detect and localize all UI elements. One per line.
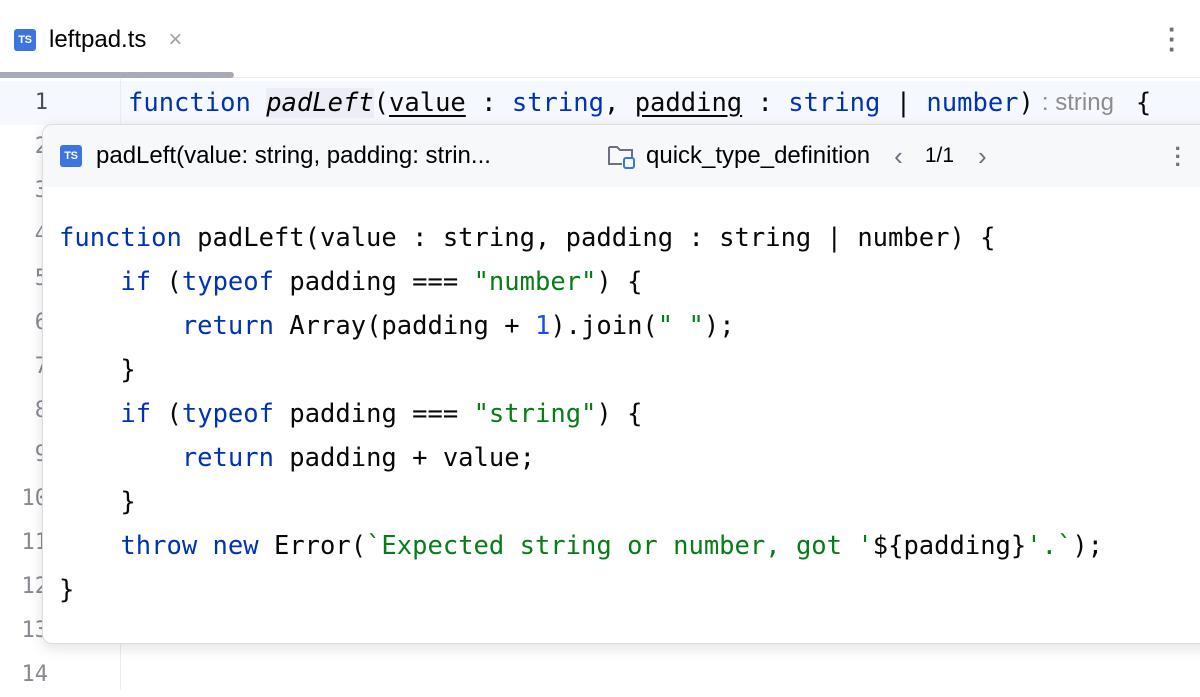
close-icon[interactable]: × bbox=[168, 26, 182, 54]
definition-file-name[interactable]: quick_type_definition bbox=[646, 142, 870, 170]
code-line: throw new Error(`Expected string or numb… bbox=[59, 524, 1103, 568]
line-number: 2 bbox=[0, 125, 48, 169]
code-line: if (typeof padding === "string") { bbox=[59, 392, 1103, 436]
line-number: 8 bbox=[0, 389, 48, 433]
code-token: } bbox=[59, 487, 136, 517]
code-line: } bbox=[59, 480, 1103, 524]
code-token: value bbox=[389, 88, 466, 118]
code-token: string bbox=[788, 88, 881, 118]
code-token: , bbox=[603, 88, 635, 118]
code-token: : bbox=[465, 88, 512, 118]
more-options-icon[interactable]: · · · bbox=[1168, 16, 1177, 62]
line-number: 11 bbox=[21, 530, 49, 555]
code-token: "string" bbox=[473, 399, 597, 429]
code-token: { bbox=[1135, 88, 1152, 118]
code-token: throw bbox=[120, 531, 198, 561]
code-token: padding bbox=[903, 531, 1011, 561]
code-token: padding + value; bbox=[273, 443, 535, 473]
line-number: 13 bbox=[21, 618, 49, 643]
code-token: number bbox=[926, 88, 1019, 118]
code-token: " " bbox=[657, 311, 704, 341]
code-token: return bbox=[181, 443, 274, 473]
next-definition-button[interactable]: › bbox=[978, 141, 987, 172]
tab-leftpad-ts[interactable]: TS leftpad.ts × bbox=[14, 22, 182, 58]
definition-code: function padLeft(value : string, padding… bbox=[59, 216, 1103, 612]
definition-count: 1/1 bbox=[924, 144, 955, 167]
code-line-1: function padLeft(value : string, padding… bbox=[128, 81, 1151, 125]
code-token: padLeft(value : string, padding : string… bbox=[181, 223, 996, 253]
code-token: typeof bbox=[181, 399, 274, 429]
line-number: 10 bbox=[21, 486, 49, 511]
code-token: ) { bbox=[596, 399, 643, 429]
code-token: padding === bbox=[273, 267, 474, 297]
code-token: ); bbox=[703, 311, 735, 341]
code-token: Error( bbox=[258, 531, 367, 561]
code-token: ( bbox=[373, 88, 390, 118]
code-token: padding bbox=[634, 88, 743, 118]
editor-tab-bar: TS leftpad.ts × · · · bbox=[0, 0, 1200, 78]
code-token: ) { bbox=[596, 267, 643, 297]
code-token: function bbox=[128, 88, 251, 118]
line-number: 1 bbox=[34, 90, 48, 115]
typescript-file-icon: TS bbox=[14, 29, 36, 51]
return-type-inlay-hint: : string bbox=[1041, 89, 1114, 116]
code-token: string bbox=[511, 88, 604, 118]
line-number: 9 bbox=[0, 433, 48, 477]
line-number: 4 bbox=[0, 213, 48, 257]
code-token: new bbox=[212, 531, 259, 561]
code-token: ( bbox=[151, 399, 182, 429]
code-token: } bbox=[59, 575, 75, 605]
line-number: 12 bbox=[21, 574, 49, 599]
code-token: if bbox=[120, 267, 152, 297]
code-token: ${ bbox=[872, 531, 904, 561]
line-number: 5 bbox=[0, 257, 48, 301]
code-token: `Expected string or number, got ' bbox=[366, 531, 873, 561]
code-line: } bbox=[59, 568, 1103, 612]
line-number: 14 bbox=[21, 662, 49, 687]
previous-definition-button[interactable]: ‹ bbox=[894, 141, 903, 172]
code-token: padLeft bbox=[266, 88, 374, 118]
code-token: } bbox=[59, 355, 136, 385]
code-token: ) bbox=[1018, 88, 1034, 118]
popup-more-options-icon[interactable]: · · · bbox=[1175, 138, 1182, 176]
code-token: Array(padding + bbox=[273, 311, 535, 341]
active-tab-indicator bbox=[0, 72, 234, 78]
tab-label: leftpad.ts bbox=[49, 26, 147, 53]
code-line: if (typeof padding === "number") { bbox=[59, 260, 1103, 304]
code-token: function bbox=[59, 223, 182, 253]
code-line: } bbox=[59, 348, 1103, 392]
code-line: return padding + value; bbox=[59, 436, 1103, 480]
code-token: 1 bbox=[534, 311, 551, 341]
code-token: '.` bbox=[1026, 531, 1073, 561]
code-token: typeof bbox=[181, 267, 274, 297]
typescript-file-icon: TS bbox=[60, 145, 82, 167]
code-token: "number" bbox=[473, 267, 597, 297]
code-line: return Array(padding + 1).join(" "); bbox=[59, 304, 1103, 348]
code-token: ).join( bbox=[550, 311, 658, 341]
line-number: 7 bbox=[0, 345, 48, 389]
code-token: ( bbox=[151, 267, 182, 297]
quick-definition-popup: TS padLeft(value: string, padding: strin… bbox=[42, 124, 1200, 644]
folder-icon bbox=[606, 142, 638, 170]
code-token: return bbox=[181, 311, 274, 341]
code-token: ); bbox=[1072, 531, 1104, 561]
code-line: function padLeft(value : string, padding… bbox=[59, 216, 1103, 260]
code-token: | bbox=[880, 88, 927, 118]
popup-title: padLeft(value: string, padding: strin... bbox=[96, 142, 491, 169]
line-number: 6 bbox=[0, 301, 48, 345]
code-token: : bbox=[742, 88, 789, 118]
popup-header: TS padLeft(value: string, padding: strin… bbox=[43, 125, 1200, 187]
code-token: padding === bbox=[273, 399, 474, 429]
line-number: 3 bbox=[0, 169, 48, 213]
code-token: } bbox=[1010, 531, 1027, 561]
code-token: if bbox=[120, 399, 152, 429]
